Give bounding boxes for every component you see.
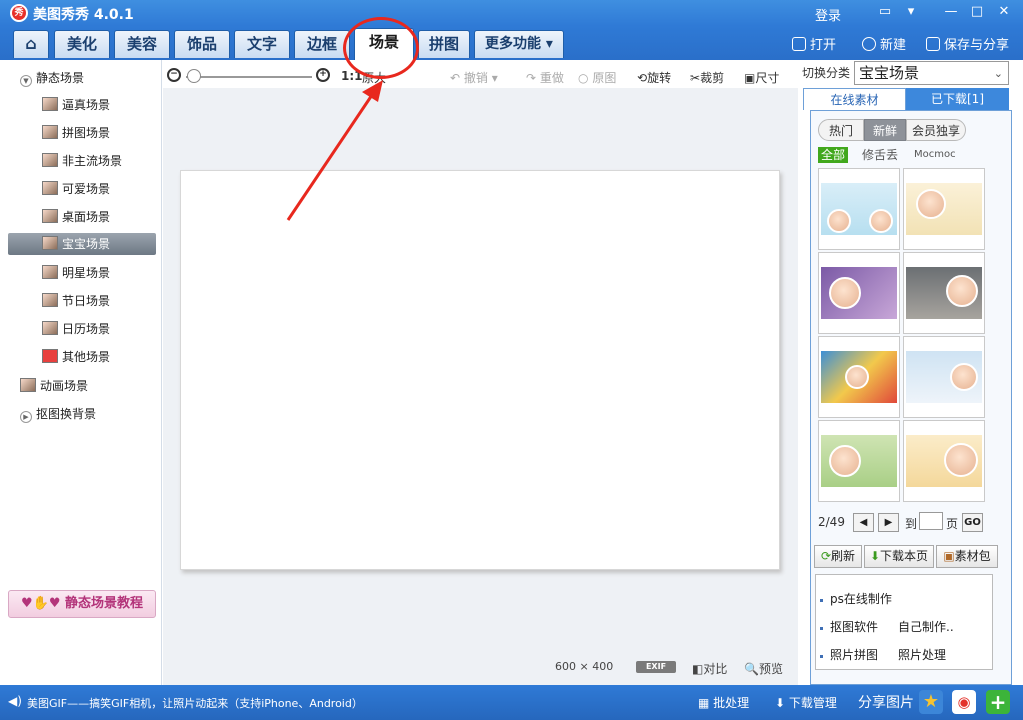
- annotation-arrow: [286, 80, 383, 221]
